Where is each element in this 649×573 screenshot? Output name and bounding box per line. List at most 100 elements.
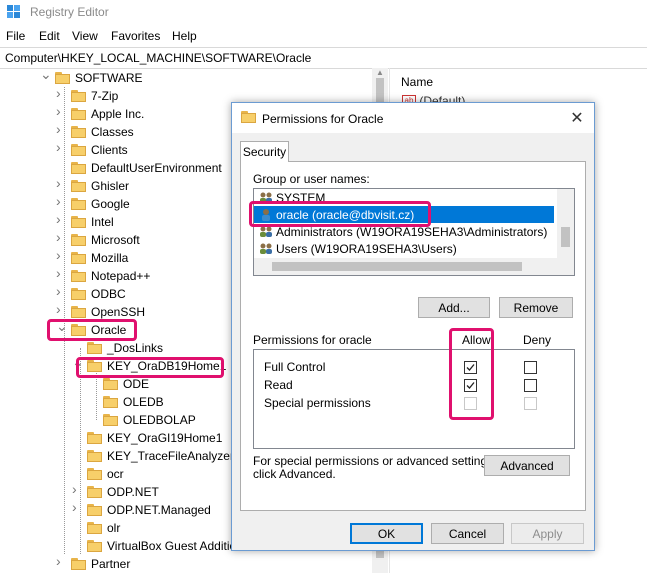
folder-icon bbox=[71, 108, 86, 120]
chevron-right-icon[interactable]: › bbox=[56, 104, 66, 118]
group-or-user-names-label: Group or user names: bbox=[253, 172, 370, 186]
folder-icon bbox=[87, 468, 102, 480]
chevron-right-icon[interactable]: › bbox=[56, 194, 66, 208]
users-icon bbox=[260, 243, 272, 254]
chevron-right-icon[interactable]: › bbox=[72, 500, 82, 514]
tree-item-label: Google bbox=[91, 197, 130, 211]
tree-item-label: ODBC bbox=[91, 287, 126, 301]
title-bar: Registry Editor bbox=[0, 0, 649, 26]
dialog-title-bar: Permissions for Oracle ✕ bbox=[232, 103, 594, 133]
chevron-right-icon[interactable]: › bbox=[56, 230, 66, 244]
folder-icon bbox=[87, 522, 102, 534]
menu-edit[interactable]: Edit bbox=[39, 29, 60, 43]
highlight-oracle-user bbox=[249, 201, 431, 227]
tree-item-label: ODE bbox=[123, 377, 150, 391]
tree-item-partner[interactable]: › Partner bbox=[0, 554, 372, 573]
add-button[interactable]: Add... bbox=[418, 297, 490, 318]
special-permissions-note: For special permissions or advanced sett… bbox=[253, 455, 496, 481]
remove-button[interactable]: Remove bbox=[499, 297, 573, 318]
tree-item-label: OpenSSH bbox=[91, 305, 146, 319]
list-item-users[interactable]: Users (W19ORA19SEHA3\Users) bbox=[254, 240, 554, 257]
dialog-title: Permissions for Oracle bbox=[262, 112, 384, 126]
close-icon[interactable]: ✕ bbox=[568, 108, 586, 128]
tree-item-label: Partner bbox=[91, 557, 131, 571]
highlight-key-oradb19home1 bbox=[76, 357, 224, 378]
user-name: Users (W19ORA19SEHA3\Users) bbox=[276, 242, 457, 256]
user-list-vertical-scrollbar[interactable] bbox=[557, 189, 574, 258]
deny-checkbox[interactable] bbox=[524, 379, 537, 392]
cancel-button[interactable]: Cancel bbox=[431, 523, 504, 544]
window-title: Registry Editor bbox=[30, 5, 109, 19]
address-path: Computer\HKEY_LOCAL_MACHINE\SOFTWARE\Ora… bbox=[5, 51, 312, 65]
folder-icon bbox=[71, 162, 86, 174]
advanced-button[interactable]: Advanced bbox=[484, 455, 570, 476]
tab-security[interactable]: Security bbox=[240, 141, 289, 162]
menu-favorites[interactable]: Favorites bbox=[111, 29, 160, 43]
address-bar[interactable]: Computer\HKEY_LOCAL_MACHINE\SOFTWARE\Ora… bbox=[0, 47, 647, 69]
tree-item-label: olr bbox=[107, 521, 121, 535]
scroll-thumb[interactable] bbox=[561, 227, 570, 247]
menu-help[interactable]: Help bbox=[172, 29, 197, 43]
chevron-right-icon[interactable]: › bbox=[56, 212, 66, 226]
menu-view[interactable]: View bbox=[72, 29, 98, 43]
tree-item-label: ODP.NET bbox=[107, 485, 159, 499]
tree-item-label: Apple Inc. bbox=[91, 107, 145, 121]
folder-icon bbox=[103, 378, 118, 390]
scroll-up-arrow-icon[interactable]: ▲ bbox=[376, 68, 384, 77]
tree-item-label: _DosLinks bbox=[107, 341, 164, 355]
tree-item-label: Mozilla bbox=[91, 251, 129, 265]
folder-icon bbox=[71, 180, 86, 192]
allow-checkbox[interactable] bbox=[464, 397, 477, 410]
folder-icon bbox=[71, 216, 86, 228]
chevron-right-icon[interactable]: › bbox=[56, 122, 66, 136]
tree-item-label: OLEDB bbox=[123, 395, 164, 409]
deny-column-header: Deny bbox=[523, 333, 552, 347]
folder-icon bbox=[241, 111, 256, 123]
tree-item-label: Ghisler bbox=[91, 179, 130, 193]
permission-name: Read bbox=[264, 378, 293, 392]
chevron-right-icon[interactable]: › bbox=[56, 284, 66, 298]
folder-icon bbox=[103, 396, 118, 408]
special-note-line2: click Advanced. bbox=[253, 467, 336, 481]
folder-icon bbox=[71, 90, 86, 102]
tree-item-label: SOFTWARE bbox=[75, 71, 143, 85]
chevron-right-icon[interactable]: › bbox=[56, 140, 66, 154]
special-note-line1: For special permissions or advanced sett… bbox=[253, 454, 497, 468]
folder-icon bbox=[87, 540, 102, 552]
folder-icon bbox=[71, 288, 86, 300]
chevron-right-icon[interactable]: › bbox=[56, 248, 66, 262]
column-header-name[interactable]: Name bbox=[401, 75, 433, 89]
chevron-down-icon[interactable]: ⌄ bbox=[40, 68, 52, 81]
tree-item-label: Clients bbox=[91, 143, 128, 157]
tree-item-label: DefaultUserEnvironment bbox=[91, 161, 222, 175]
menu-bar: File Edit View Favorites Help bbox=[0, 26, 649, 46]
permission-name: Full Control bbox=[264, 360, 326, 374]
tree-item-label: Classes bbox=[91, 125, 134, 139]
deny-checkbox[interactable] bbox=[524, 361, 537, 374]
folder-icon bbox=[71, 126, 86, 138]
tree-item-label: KEY_TraceFileAnalyzer bbox=[107, 449, 234, 463]
chevron-right-icon[interactable]: › bbox=[56, 266, 66, 280]
folder-icon bbox=[71, 198, 86, 210]
scroll-thumb[interactable] bbox=[272, 262, 522, 271]
folder-icon bbox=[87, 450, 102, 462]
deny-checkbox[interactable] bbox=[524, 397, 537, 410]
chevron-right-icon[interactable]: › bbox=[72, 482, 82, 496]
tree-item-label: Intel bbox=[91, 215, 114, 229]
chevron-right-icon[interactable]: › bbox=[56, 554, 66, 568]
allow-checkbox[interactable] bbox=[464, 361, 477, 374]
permission-name: Special permissions bbox=[264, 396, 371, 410]
chevron-right-icon[interactable]: › bbox=[56, 176, 66, 190]
chevron-right-icon[interactable]: › bbox=[56, 302, 66, 316]
user-list-horizontal-scrollbar[interactable] bbox=[254, 258, 574, 275]
folder-icon bbox=[71, 270, 86, 282]
apply-button[interactable]: Apply bbox=[511, 523, 584, 544]
folder-icon bbox=[71, 234, 86, 246]
user-name: Administrators (W19ORA19SEHA3\Administra… bbox=[276, 225, 548, 239]
ok-button[interactable]: OK bbox=[350, 523, 423, 544]
chevron-right-icon[interactable]: › bbox=[56, 86, 66, 100]
allow-checkbox[interactable] bbox=[464, 379, 477, 392]
menu-file[interactable]: File bbox=[6, 29, 25, 43]
tree-item-label: VirtualBox Guest Additions bbox=[107, 539, 249, 553]
tree-item-label: ocr bbox=[107, 467, 124, 481]
